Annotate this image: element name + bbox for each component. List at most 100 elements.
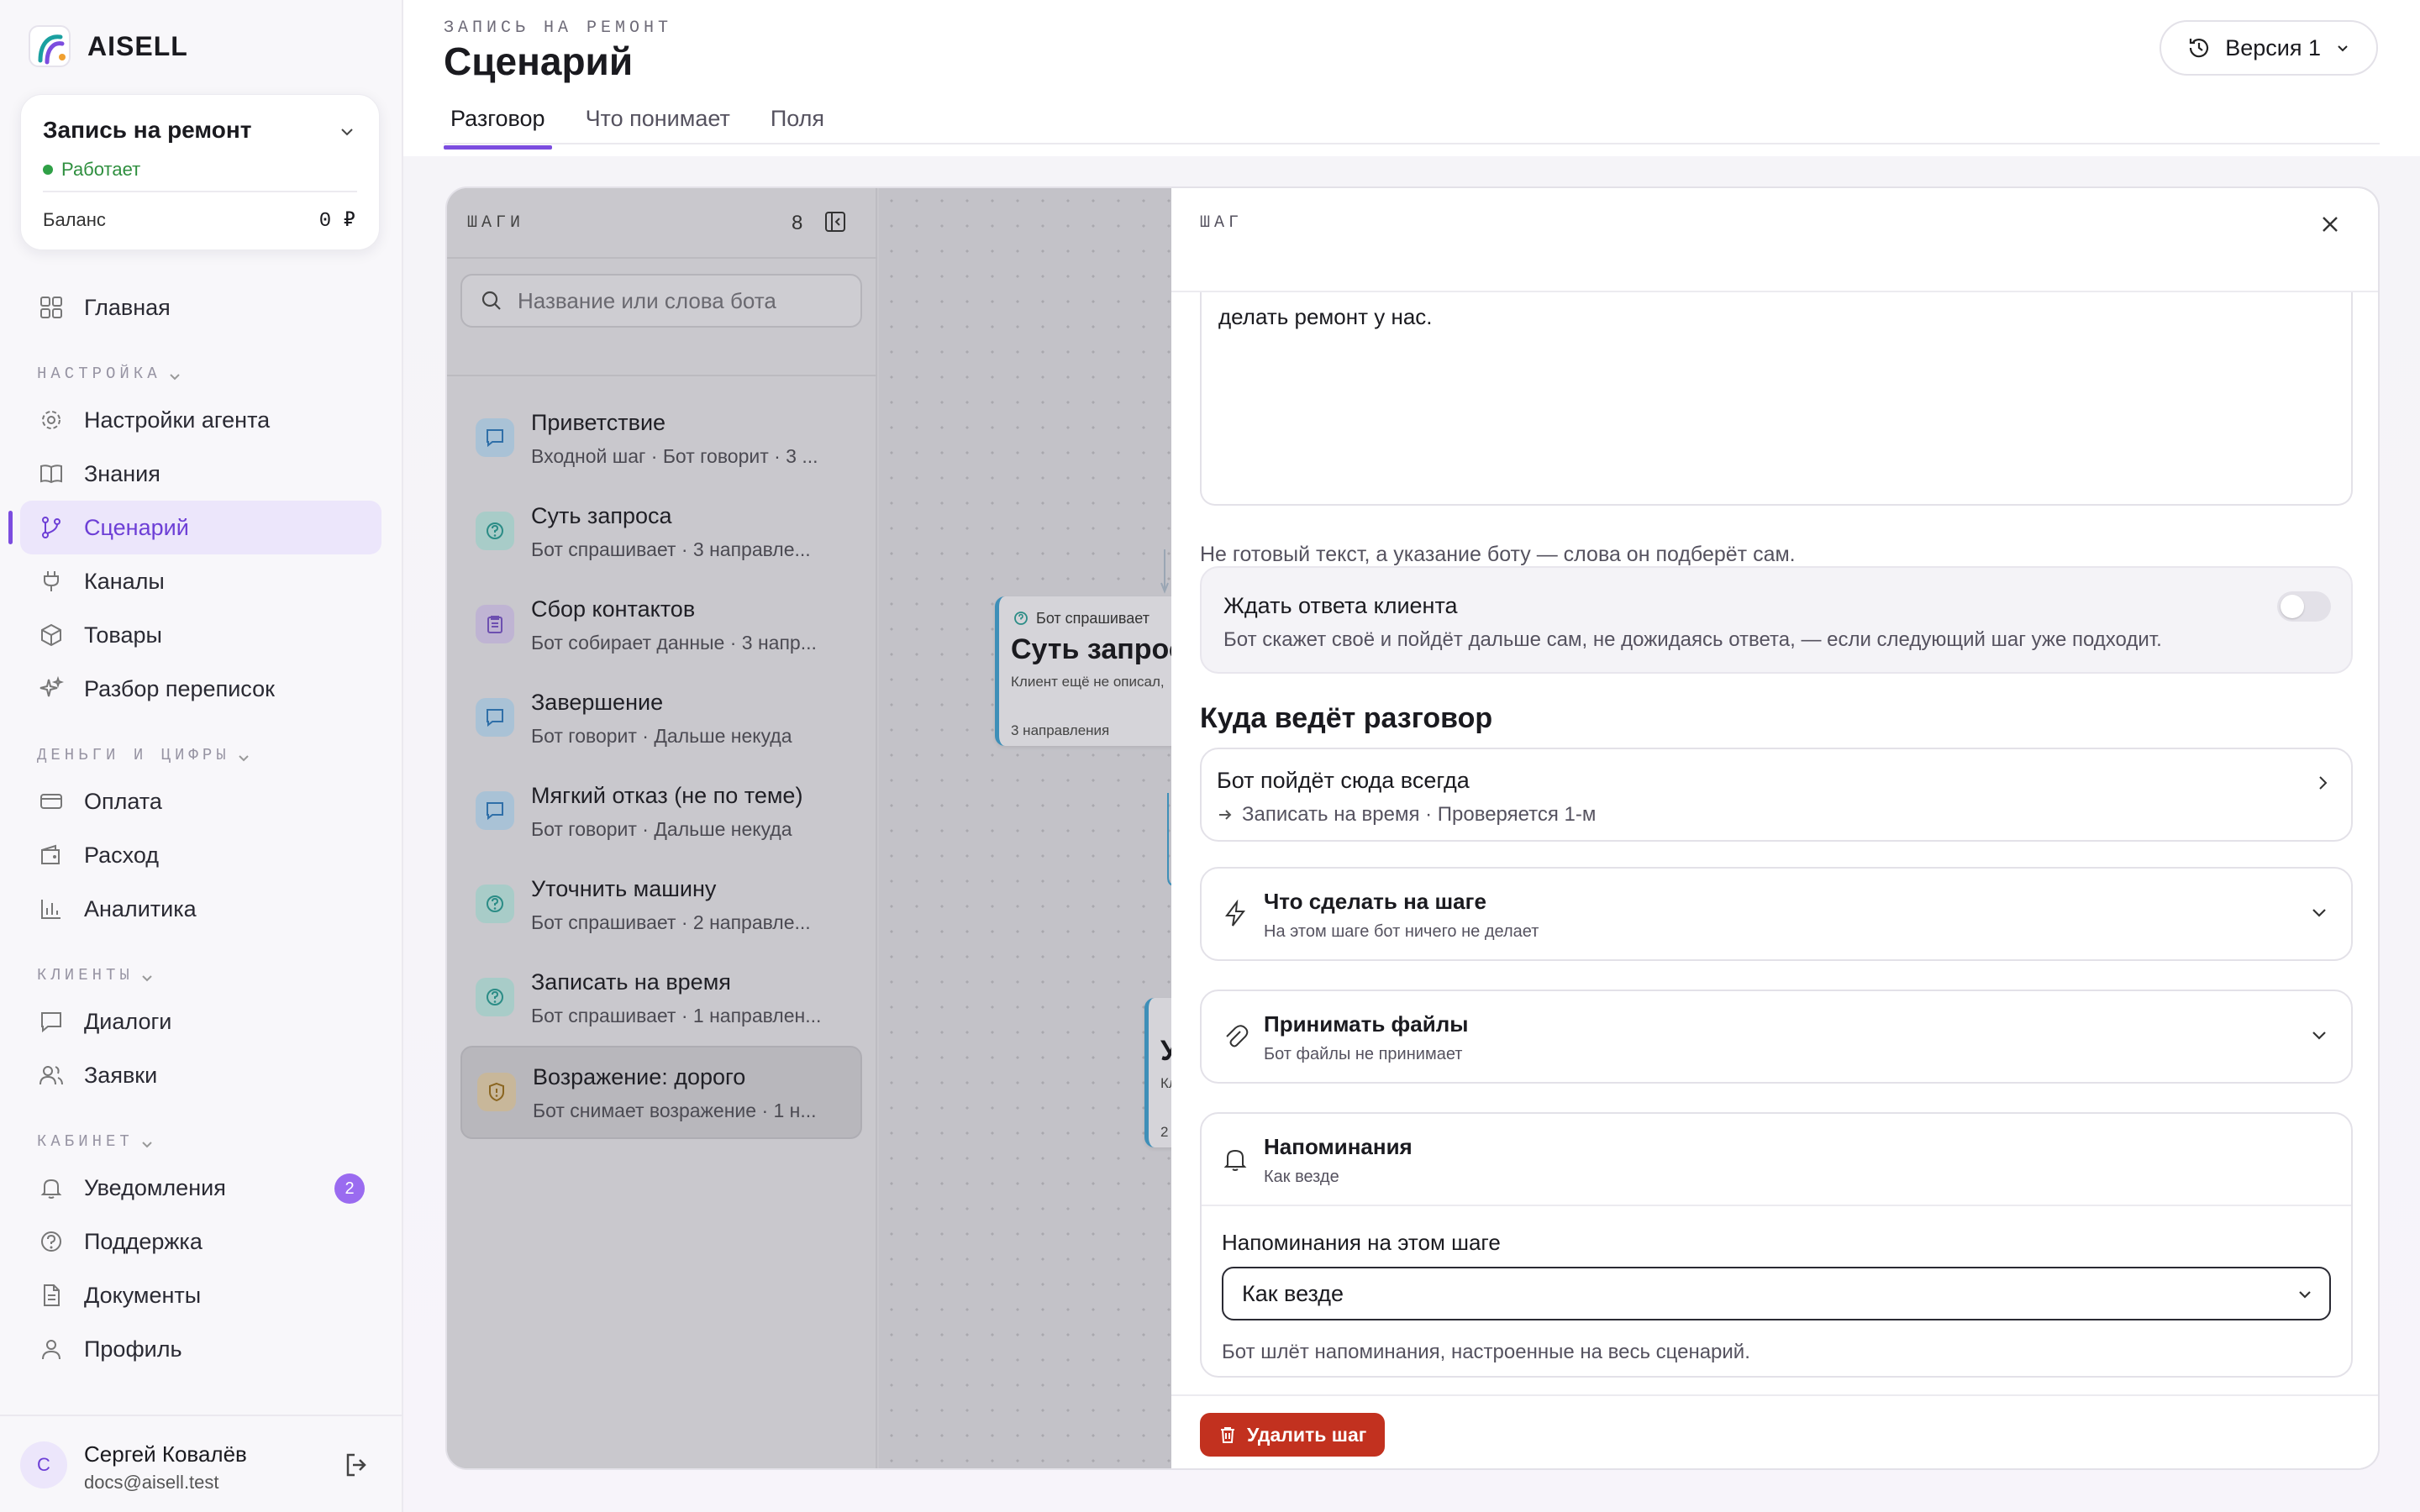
nav-item-requests[interactable]: Заявки: [20, 1048, 381, 1102]
nav-item-scenario[interactable]: Сценарий: [8, 501, 381, 554]
nav-item-support[interactable]: Поддержка: [20, 1215, 381, 1268]
scenario-canvas[interactable]: Бот спрашивает Суть запрос Клиент ещё не…: [879, 188, 1171, 1468]
wait-reply-toggle[interactable]: [2277, 591, 2331, 622]
user-email: docs@aisell.test: [84, 1472, 219, 1493]
divider: [43, 191, 357, 192]
step-item[interactable]: Завершение Бот говорит · Дальше некуда: [460, 673, 862, 766]
nav-item-analytics[interactable]: Аналитика: [20, 882, 381, 936]
step-title: Сбор контактов: [531, 596, 696, 622]
tab-understands[interactable]: Что понимает: [579, 94, 737, 143]
question-icon: [476, 885, 514, 923]
page-title: Сценарий: [444, 39, 634, 83]
divider: [447, 375, 877, 376]
close-icon[interactable]: [2317, 212, 2343, 237]
route-card[interactable]: Бот пойдёт сюда всегда Записать на время…: [1200, 748, 2353, 842]
graph-node-request[interactable]: Бот спрашивает Суть запрос Клиент ещё не…: [995, 596, 1171, 746]
graph-node-car[interactable]: У Кл 2 н: [1144, 998, 1171, 1147]
step-item[interactable]: Сбор контактов Бот собирает данные · 3 н…: [460, 580, 862, 673]
step-item[interactable]: Уточнить машину Бот спрашивает · 2 напра…: [460, 859, 862, 953]
search-icon: [481, 291, 501, 310]
chevron-down-icon: [2312, 909, 2326, 917]
main-area: ШАГИ 8 Приветствие Входной шаг · Бот гов…: [403, 156, 2420, 1512]
nav-label: Настройки агента: [84, 407, 271, 433]
nav-item-knowledge[interactable]: Знания: [20, 447, 381, 501]
nav-section-cabinet[interactable]: КАБИНЕТ: [20, 1102, 381, 1161]
nav-item-documents[interactable]: Документы: [20, 1268, 381, 1322]
chevron-down-icon: [2299, 1291, 2311, 1299]
nav-item-chat-review[interactable]: Разбор переписок: [20, 662, 381, 716]
node-footer: 3 направления: [1011, 722, 1110, 738]
nav-item-products[interactable]: Товары: [20, 608, 381, 662]
clipboard-icon: [476, 605, 514, 643]
question-icon: [1014, 612, 1028, 625]
steps-panel: ШАГИ 8 Приветствие Входной шаг · Бот гов…: [447, 188, 877, 1468]
nav-section-money[interactable]: ДЕНЬГИ И ЦИФРЫ: [20, 716, 381, 774]
node-title: У: [1160, 1035, 1171, 1068]
scenario-workspace: ШАГИ 8 Приветствие Входной шаг · Бот гов…: [445, 186, 2380, 1470]
logo[interactable]: AISELL: [29, 25, 188, 67]
version-label: Версия 1: [2225, 34, 2321, 60]
chevron-right-icon: [2319, 776, 2328, 790]
nav-item-agent-settings[interactable]: Настройки агента: [20, 393, 381, 447]
nav-item-home[interactable]: Главная: [20, 281, 381, 334]
book-icon: [37, 459, 66, 488]
grid-icon: [37, 293, 66, 322]
paperclip-icon: [1226, 1025, 1249, 1047]
accordion-files[interactable]: Принимать файлы Бот файлы не принимает: [1200, 990, 2353, 1084]
chevron-down-icon: [238, 755, 249, 762]
logo-mark-icon: [29, 25, 71, 67]
step-title: Уточнить машину: [531, 876, 717, 901]
step-title: Записать на время: [531, 969, 731, 995]
step-subtitle: Входной шаг · Бот говорит · 3 ...: [531, 445, 818, 467]
accordion-title[interactable]: Напоминания: [1264, 1134, 1413, 1160]
bot-instruction-textarea[interactable]: делать ремонт у нас.: [1200, 292, 2353, 506]
step-item-selected[interactable]: Возражение: дорого Бот снимает возражени…: [460, 1046, 862, 1139]
nav-item-notifications[interactable]: Уведомления 2: [20, 1161, 381, 1215]
tab-fields[interactable]: Поля: [764, 94, 831, 143]
steps-search-input[interactable]: [518, 287, 854, 314]
reminders-select[interactable]: Как везде: [1222, 1267, 2331, 1320]
nav-item-expenses[interactable]: Расход: [20, 828, 381, 882]
nav-label: Расход: [84, 842, 160, 868]
steps-search[interactable]: [460, 274, 862, 328]
tab-conversation[interactable]: Разговор: [444, 94, 552, 150]
nav-item-channels[interactable]: Каналы: [20, 554, 381, 608]
arrow-right-icon: [1219, 810, 1232, 820]
nav-item-payment[interactable]: Оплата: [20, 774, 381, 828]
node-title: Суть запрос: [1011, 633, 1171, 665]
step-item[interactable]: Записать на время Бот спрашивает · 1 нап…: [460, 953, 862, 1046]
routes-section-title: Куда ведёт разговор: [1200, 702, 1493, 734]
agent-switcher[interactable]: Запись на ремонт Работает Баланс 0 ₽: [20, 94, 380, 250]
collapse-panel-icon[interactable]: [823, 210, 847, 234]
step-title: Возражение: дорого: [533, 1064, 746, 1089]
balance-value: 0 ₽: [318, 210, 355, 233]
tabs: Разговор Что понимает Поля: [444, 94, 858, 150]
agent-status-label: Работает: [61, 159, 141, 180]
nav-label: Поддержка: [84, 1228, 203, 1254]
nav-label: Заявки: [84, 1062, 158, 1088]
chat-icon: [37, 1007, 66, 1036]
nav-section-settings[interactable]: НАСТРОЙКА: [20, 334, 381, 393]
avatar[interactable]: С: [20, 1441, 67, 1488]
delete-step-button[interactable]: Удалить шаг: [1200, 1413, 1386, 1457]
nav-item-profile[interactable]: Профиль: [20, 1322, 381, 1376]
accordion-reminders: Напоминания Как везде Напоминания на это…: [1200, 1112, 2353, 1378]
instruction-hint: Не готовый текст, а указание боту — слов…: [1200, 543, 1796, 566]
select-value: Как везде: [1242, 1280, 1344, 1306]
shield-alert-icon: [477, 1073, 516, 1111]
steps-count: 8: [792, 212, 803, 234]
chevron-down-icon: [142, 1142, 152, 1148]
step-item[interactable]: Суть запроса Бот спрашивает · 3 направле…: [460, 486, 862, 580]
agent-name: Запись на ремонт: [43, 117, 252, 143]
chevron-down-icon: [169, 374, 180, 381]
logout-icon[interactable]: [343, 1450, 373, 1480]
nav-section-clients[interactable]: КЛИЕНТЫ: [20, 936, 381, 995]
accordion-actions[interactable]: Что сделать на шаге На этом шаге бот нич…: [1200, 867, 2353, 961]
users-icon: [37, 1061, 66, 1089]
route-subtitle: Записать на время · Проверяется 1-м: [1217, 803, 1596, 827]
step-item[interactable]: Приветствие Входной шаг · Бот говорит · …: [460, 393, 862, 486]
version-button[interactable]: Версия 1: [2160, 20, 2378, 76]
accordion-title: Что сделать на шаге: [1264, 889, 1486, 914]
nav-item-dialogs[interactable]: Диалоги: [20, 995, 381, 1048]
step-item[interactable]: Мягкий отказ (не по теме) Бот говорит · …: [460, 766, 862, 859]
